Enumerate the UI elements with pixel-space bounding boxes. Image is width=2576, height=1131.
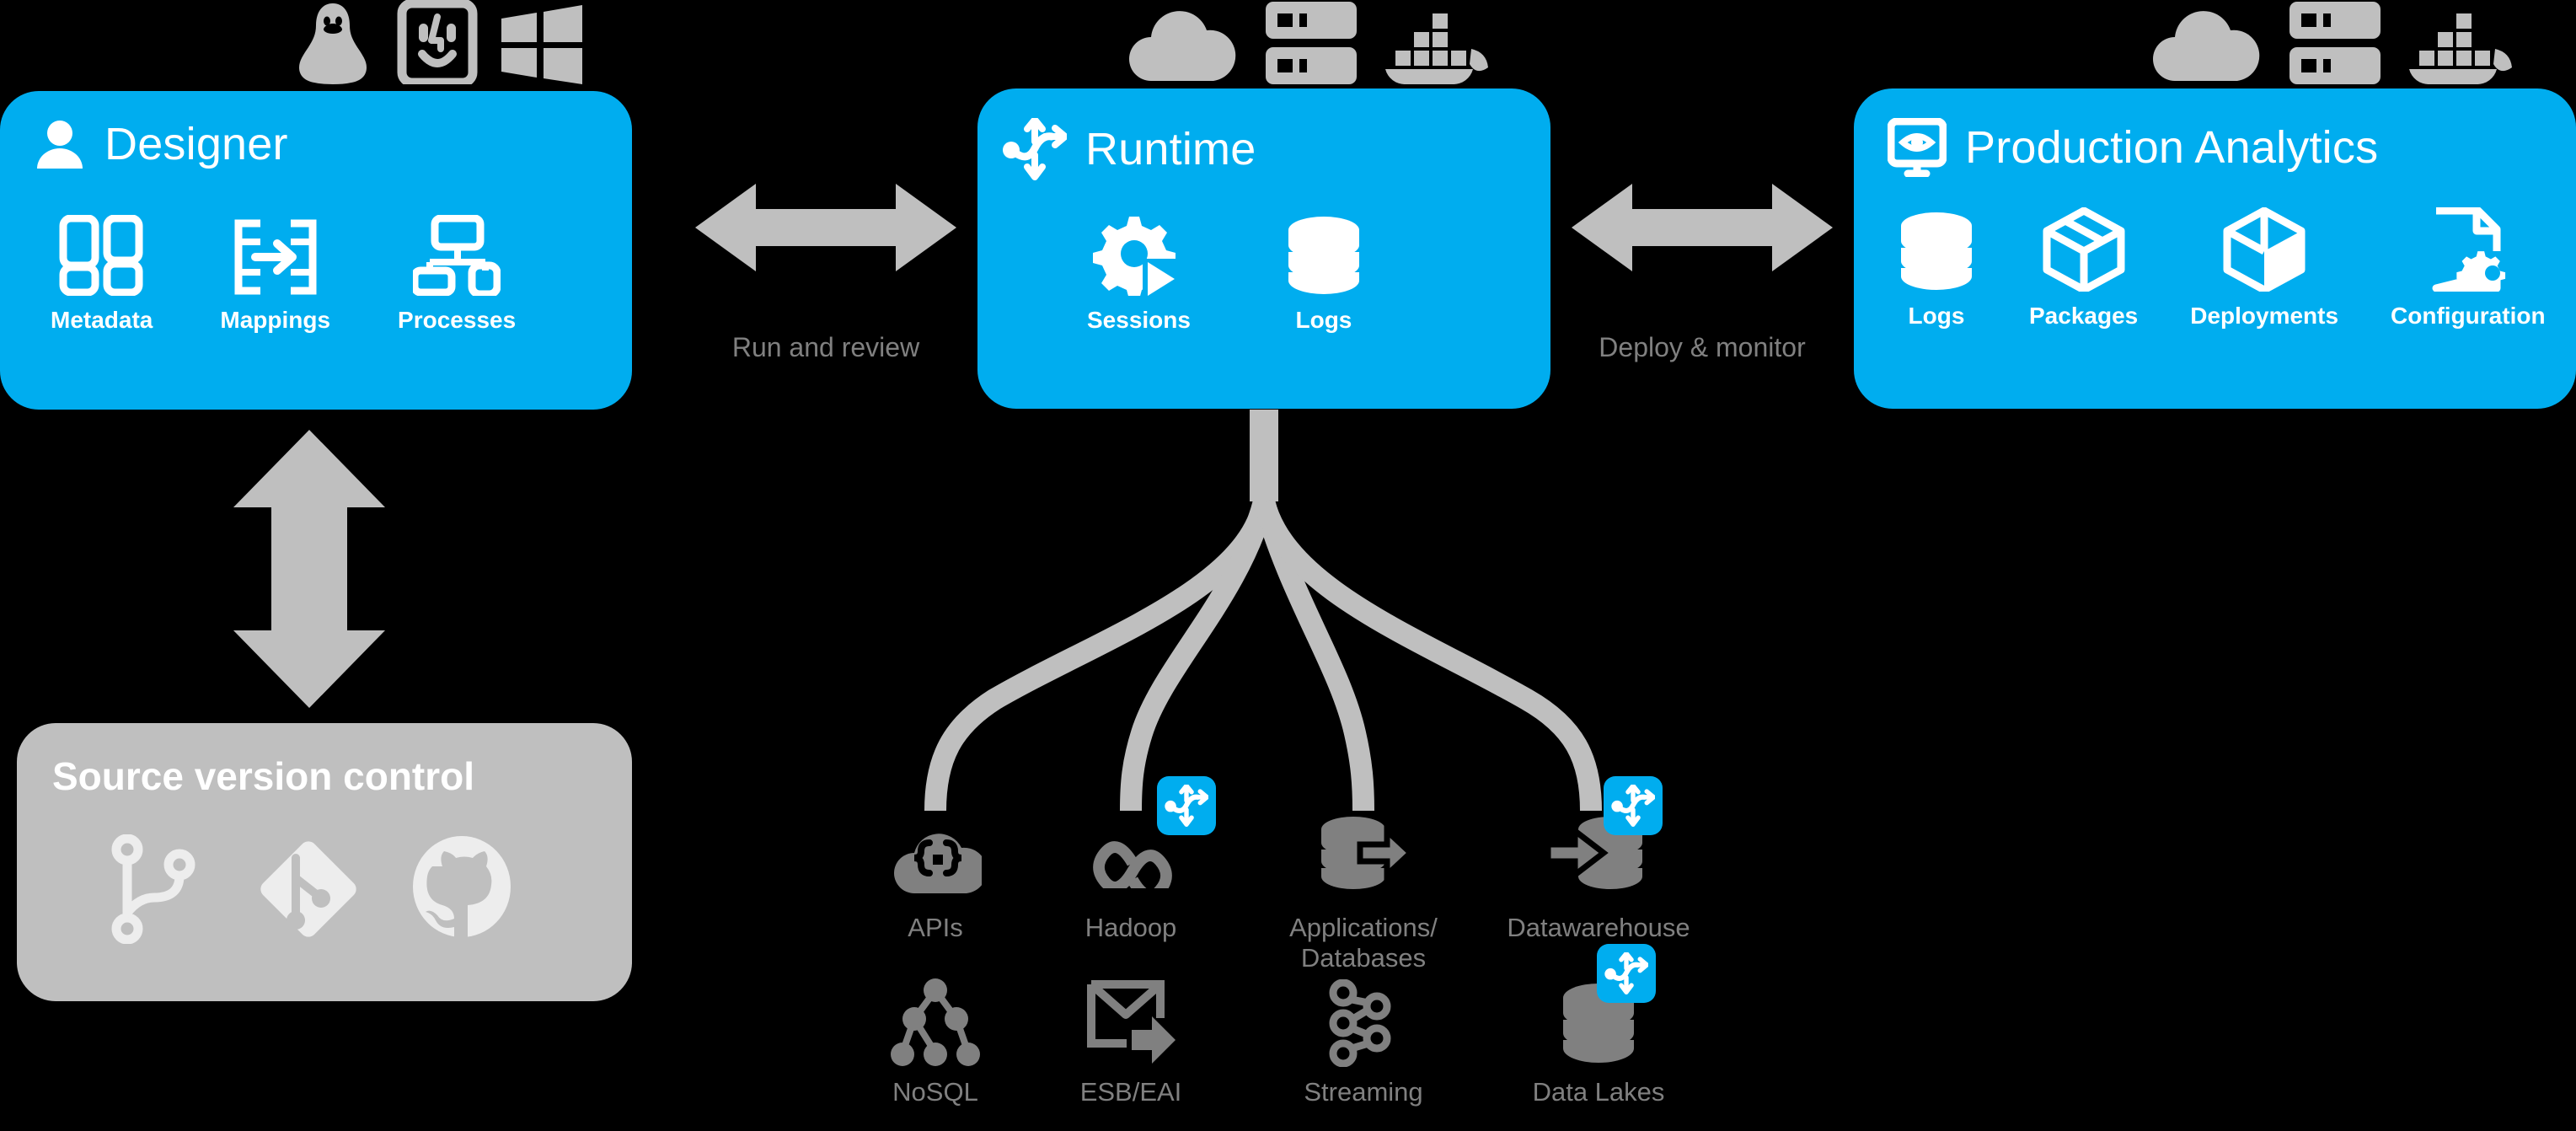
git-branch-icon [111, 834, 195, 944]
docker-whale-icon [2409, 13, 2512, 84]
document-gear-icon [2426, 207, 2510, 292]
analytics-feature-label: Logs [1908, 303, 1965, 329]
runtime-badge [1604, 776, 1663, 835]
designer-features: Metadata Mappings Processes [51, 215, 516, 332]
production-analytics-header: Production Analytics [1888, 118, 2378, 177]
api-cloud-icon [894, 834, 982, 893]
analytics-platform-icons [2145, 0, 2515, 84]
designer-runtime-arrow [695, 177, 956, 282]
runtime-features: Sessions Logs [1087, 215, 1364, 332]
macos-finder-icon [397, 0, 478, 84]
data-source-label: Applications/ Databases [1289, 913, 1438, 973]
database-stack-icon [1283, 215, 1364, 296]
server-rack-icon [1266, 2, 1357, 84]
designer-header: Designer [34, 118, 288, 170]
database-stack-icon [1896, 211, 1977, 292]
git-logo-icon [260, 841, 356, 937]
data-source-label: NoSQL [892, 1077, 978, 1107]
runtime-arrows-icon [1165, 785, 1208, 827]
mappings-arrow-icon [232, 215, 319, 296]
analytics-feature-packages[interactable]: Packages [2029, 207, 2139, 329]
runtime-feature-logs[interactable]: Logs [1283, 215, 1364, 332]
data-source-icon-wrap [1325, 978, 1402, 1069]
production-analytics-title: Production Analytics [1965, 122, 2379, 173]
runtime-arrows-icon [1003, 118, 1067, 180]
runtime-header: Runtime [1003, 118, 1256, 180]
deployment-box-icon [2220, 207, 2308, 292]
runtime-badge [1157, 776, 1216, 835]
analytics-feature-label: Packages [2029, 303, 2139, 329]
data-source-applications-databases[interactable]: Applications/ Databases [1279, 805, 1448, 973]
data-source-icon-wrap [1556, 944, 1656, 1069]
analytics-feature-logs[interactable]: Logs [1896, 211, 1977, 328]
data-source-data-lakes[interactable]: Data Lakes [1502, 944, 1695, 1107]
monitor-eye-icon [1888, 118, 1947, 177]
data-source-apis[interactable]: APIs [851, 805, 1020, 943]
runtime-title: Runtime [1085, 124, 1256, 174]
github-icon [413, 836, 511, 939]
gear-play-icon [1092, 215, 1185, 296]
analytics-feature-label: Configuration [2391, 303, 2546, 329]
designer-feature-label: Mappings [220, 307, 331, 333]
data-source-icon-wrap [891, 978, 980, 1069]
production-analytics-features: Logs Packages Deployments Configuration [1896, 207, 2546, 329]
designer-feature-mappings[interactable]: Mappings [220, 215, 330, 332]
diagram-canvas: Designer Metadata Mappings Processes Run… [0, 0, 2576, 1131]
runtime-feature-label: Sessions [1087, 307, 1191, 333]
data-source-icon-wrap [1316, 805, 1411, 904]
data-source-hadoop[interactable]: Hadoop [1047, 776, 1216, 943]
data-source-streaming[interactable]: Streaming [1279, 978, 1448, 1107]
runtime-badge [1597, 944, 1656, 1003]
package-box-icon [2040, 207, 2128, 292]
data-source-label: Datawarehouse [1507, 913, 1690, 942]
designer-feature-label: Metadata [51, 307, 153, 333]
data-source-icon-wrap [1548, 776, 1663, 904]
cloud-icon [2153, 11, 2260, 82]
linux-tux-icon [299, 3, 367, 84]
data-source-icon-wrap [889, 805, 982, 904]
streaming-nodes-icon [1329, 979, 1391, 1067]
designer-feature-label: Processes [398, 307, 517, 333]
data-source-esb-eai[interactable]: ESB/EAI [1047, 978, 1215, 1107]
cloud-icon [1129, 11, 1236, 82]
docker-whale-icon [1385, 13, 1488, 84]
analytics-feature-label: Deployments [2190, 303, 2339, 329]
data-source-datawarehouse[interactable]: Datawarehouse [1502, 776, 1695, 943]
database-arrow-out-icon [1321, 817, 1411, 889]
designer-feature-metadata[interactable]: Metadata [51, 215, 153, 332]
designer-title: Designer [104, 119, 288, 169]
nosql-tree-icon [891, 978, 980, 1066]
data-source-icon-wrap [1086, 978, 1176, 1069]
windows-icon [501, 5, 582, 84]
data-source-label: Streaming [1304, 1077, 1423, 1107]
data-source-icon-wrap [1076, 776, 1216, 904]
data-source-label: APIs [908, 913, 963, 942]
runtime-analytics-arrow-label: Deploy & monitor [1599, 332, 1806, 362]
data-source-label: Data Lakes [1532, 1077, 1665, 1107]
processes-flow-icon [413, 215, 501, 296]
server-rack-icon [2289, 2, 2381, 84]
runtime-arrows-icon [1611, 785, 1655, 827]
source-version-control-title: Source version control [52, 754, 475, 798]
designer-runtime-arrow-label: Run and review [731, 332, 920, 362]
runtime-arrows-icon [1604, 952, 1648, 994]
runtime-platform-icons [1121, 0, 1492, 84]
runtime-feature-sessions[interactable]: Sessions [1087, 215, 1191, 332]
data-source-label: ESB/EAI [1079, 1077, 1182, 1107]
data-source-nosql[interactable]: NoSQL [851, 978, 1020, 1107]
user-icon [37, 121, 83, 169]
data-source-label: Hadoop [1084, 913, 1177, 942]
runtime-analytics-arrow [1572, 177, 1833, 282]
source-version-control-icons [105, 834, 515, 944]
analytics-feature-configuration[interactable]: Configuration [2391, 207, 2546, 329]
envelope-arrow-icon [1087, 980, 1176, 1064]
designer-scm-arrow [229, 430, 389, 712]
runtime-feature-label: Logs [1295, 307, 1352, 333]
metadata-columns-icon [58, 215, 146, 296]
analytics-feature-deployments[interactable]: Deployments [2190, 207, 2339, 329]
designer-feature-processes[interactable]: Processes [398, 215, 516, 332]
designer-platform-icons [291, 0, 584, 84]
